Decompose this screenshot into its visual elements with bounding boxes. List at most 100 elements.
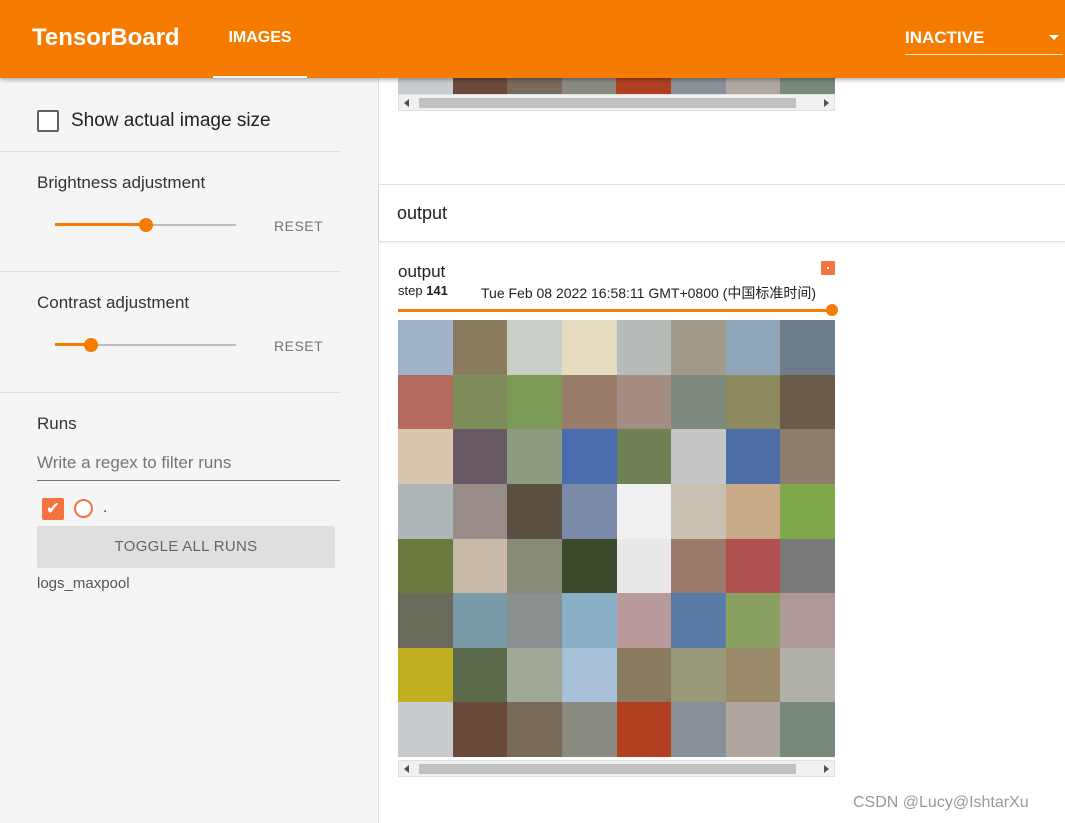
image-tile [725,593,781,648]
image-tile [452,538,508,594]
image-tile [398,374,453,430]
image-tile [671,320,726,375]
log-directory-label: logs_maxpool [37,575,130,592]
brightness-reset-button[interactable]: RESET [274,218,323,234]
image-tile [671,483,726,539]
image-tile [561,374,617,430]
image-tile [398,538,453,594]
step-slider-thumb[interactable] [826,304,838,316]
runs-filter-input[interactable]: Write a regex to filter runs [37,448,340,481]
scrollbar-thumb[interactable] [419,98,796,108]
show-actual-size-checkbox[interactable] [37,110,59,132]
image-tile [398,593,453,648]
image-tile [780,702,835,757]
brightness-title: Brightness adjustment [37,173,206,192]
image-tile [725,374,781,430]
image-tile [616,429,672,484]
sidebar: Show actual image size Brightness adjust… [0,78,379,823]
image-tile [561,320,617,375]
image-tile [561,702,617,757]
image-tile [561,593,617,648]
run-radio-button[interactable] [74,499,93,518]
image-tile [671,702,726,757]
tab-images[interactable]: IMAGES [213,0,307,78]
image-card-title: output [398,262,446,281]
tag-group-header[interactable]: output [379,184,1065,242]
watermark: CSDN @Lucy@IshtarXu [853,794,1029,811]
image-grid [398,320,835,757]
image-tile [616,702,672,757]
image-tile [452,78,508,94]
image-tile [616,320,672,375]
image-tile [452,593,508,648]
show-actual-size-toggle[interactable]: Show actual image size [37,109,271,133]
app-title: TensorBoard [32,24,180,51]
image-tile [398,483,453,539]
image-tile [780,538,835,594]
image-tile [616,374,672,430]
image-tile [507,593,562,648]
run-label: . [103,499,108,516]
image-tile [725,429,781,484]
image-tile [507,320,562,375]
image-tile [780,429,835,484]
image-tile [780,78,835,94]
image-tile [616,593,672,648]
image-tile [670,78,726,94]
scroll-left-arrow-icon[interactable] [404,99,409,107]
image-tile [452,320,508,375]
image-tile [616,647,672,703]
show-actual-size-label: Show actual image size [71,110,271,131]
image-tile [725,702,781,757]
image-tile [780,647,835,703]
step-slider[interactable] [398,304,838,316]
horizontal-scrollbar[interactable] [398,94,835,111]
image-tile [725,320,781,375]
image-tile [507,483,562,539]
scroll-right-arrow-icon[interactable] [824,99,829,107]
image-tile [452,374,508,430]
image-tile [780,483,835,539]
image-tile [398,78,453,94]
run-color-icon [821,261,835,275]
scroll-right-arrow-icon[interactable] [824,765,829,773]
image-tile [398,429,453,484]
image-tile [725,483,781,539]
horizontal-scrollbar[interactable] [398,760,835,777]
inactive-plugins-dropdown[interactable]: INACTIVE [905,28,1063,55]
image-tile [616,78,671,94]
image-tile [671,429,726,484]
scroll-left-arrow-icon[interactable] [404,765,409,773]
image-tile [671,538,726,594]
image-card-timestamp: Tue Feb 08 2022 16:58:11 GMT+0800 (中国标准时… [481,285,816,301]
top-app-bar: TensorBoard IMAGES INACTIVE [0,0,1065,78]
divider [0,392,340,393]
image-tile [561,78,617,94]
scrollbar-thumb[interactable] [419,764,796,774]
contrast-title: Contrast adjustment [37,293,190,312]
image-tile [725,647,781,703]
toggle-all-runs-button[interactable]: TOGGLE ALL RUNS [37,526,335,568]
previous-image-strip [398,78,835,94]
runs-title: Runs [37,414,77,433]
image-tile [507,374,562,430]
brightness-slider[interactable] [55,217,236,233]
image-tile [561,647,617,703]
image-tile [561,538,617,594]
image-tile [507,429,562,484]
image-tile [616,483,672,539]
run-checkbox[interactable]: ✔ [42,498,64,520]
image-tile [725,538,781,594]
step-label: step [398,283,423,298]
contrast-slider[interactable] [55,337,236,353]
image-tile [452,429,508,484]
image-tile [507,702,562,757]
image-tile [671,374,726,430]
image-tile [780,374,835,430]
brightness-slider-thumb[interactable] [138,218,153,232]
active-tab-indicator [213,76,307,78]
contrast-slider-thumb[interactable] [84,338,99,352]
caret-down-icon [1049,35,1059,40]
image-tile [561,483,617,539]
contrast-reset-button[interactable]: RESET [274,338,323,354]
